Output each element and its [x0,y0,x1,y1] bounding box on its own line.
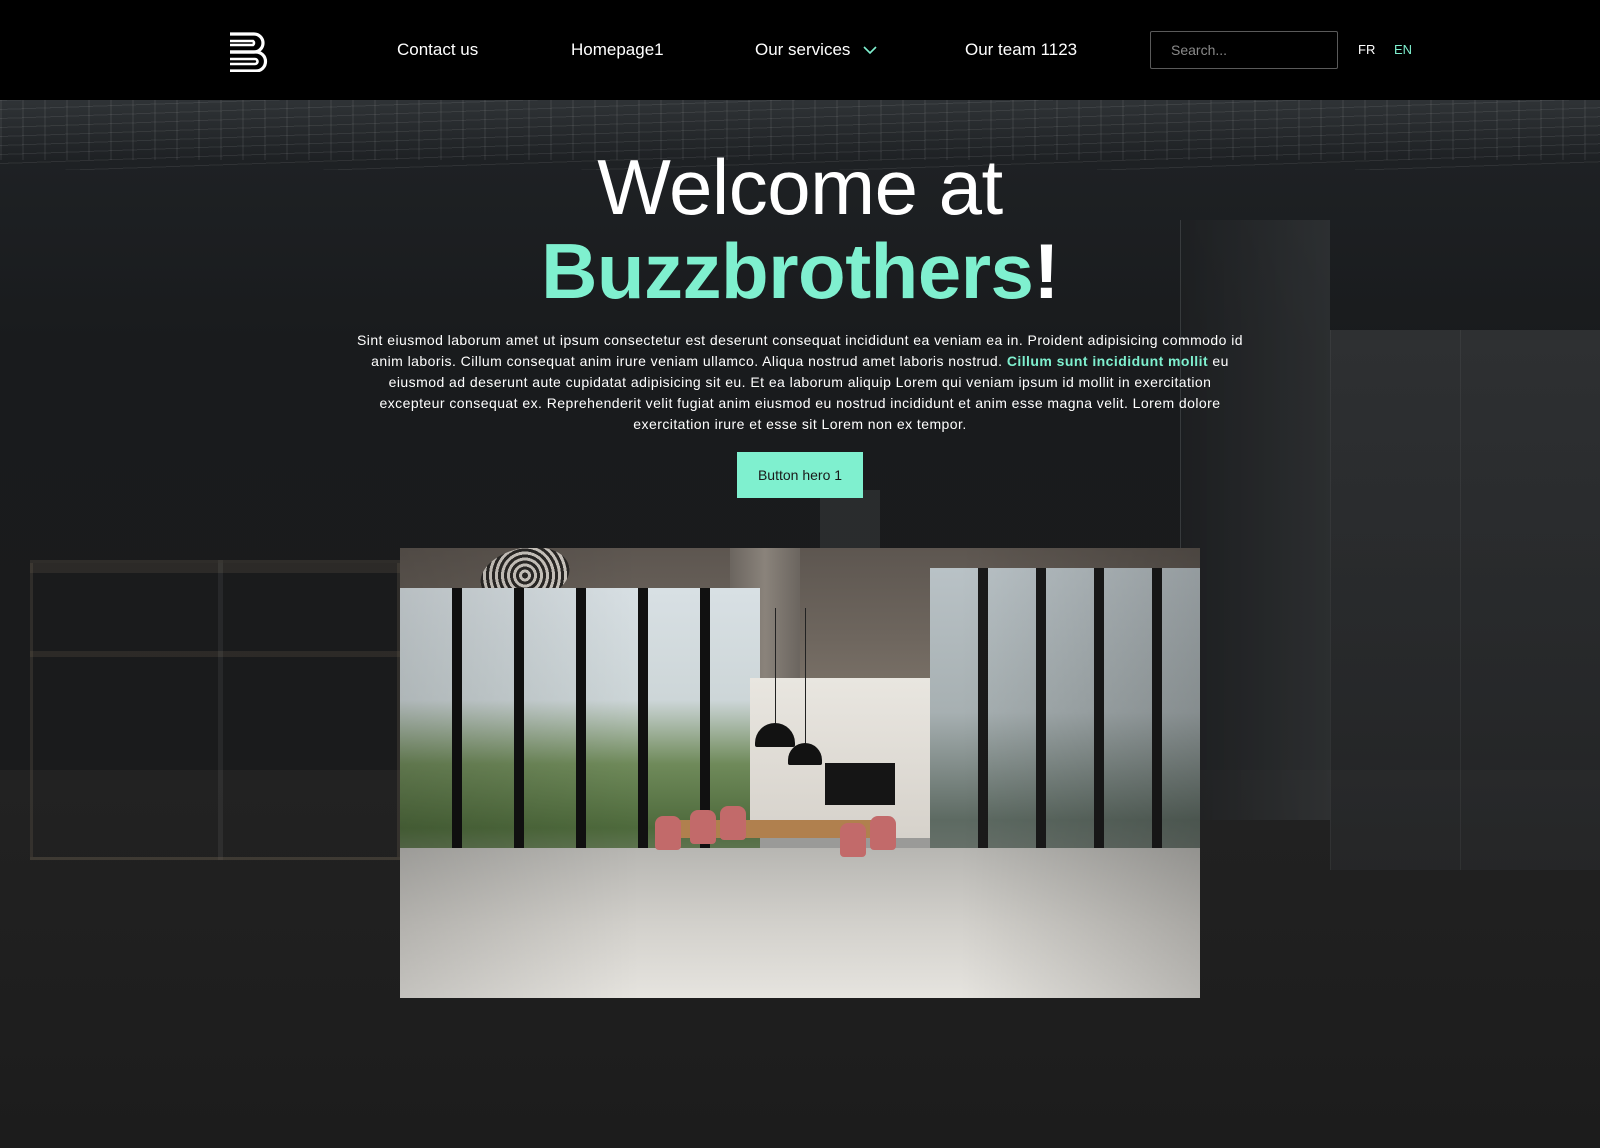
hero-paragraph-highlight: Cillum sunt incididunt mollit [1006,353,1209,369]
language-fr-link[interactable]: FR [1358,0,1375,100]
nav-label: Our services [755,40,851,59]
background-shelf [30,560,400,860]
nav-label: Contact us [397,40,479,59]
office-meeting-room-image [400,548,1200,998]
nav-contact-us[interactable]: Contact us [397,0,478,100]
nav-label: Our team 1123 [965,40,1078,59]
hero-title-suffix: ! [1033,227,1059,315]
hero-paragraph: Sint eiusmod laborum amet ut ipsum conse… [355,330,1245,435]
hero-button[interactable]: Button hero 1 [737,452,863,498]
background-cabinets [1330,330,1600,870]
nav-label: Homepage1 [571,40,664,59]
site-header: Contact us Homepage1 Our services Our te… [0,0,1600,100]
buzzbrothers-logo-icon[interactable] [228,30,270,72]
hero-title: Welcome at Buzzbrothers! [0,145,1600,313]
nav-our-services[interactable]: Our services [755,0,877,100]
search-input[interactable] [1150,31,1338,69]
language-en-link[interactable]: EN [1394,0,1412,100]
hero-brand-name: Buzzbrothers [541,227,1034,315]
nav-homepage1[interactable]: Homepage1 [571,0,664,100]
chevron-down-icon[interactable] [863,46,877,55]
hero-title-line1: Welcome at [597,143,1003,231]
hero-title-line2: Buzzbrothers! [0,229,1600,313]
photo-shading [400,548,1200,998]
nav-our-team[interactable]: Our team 1123 [965,0,1077,100]
